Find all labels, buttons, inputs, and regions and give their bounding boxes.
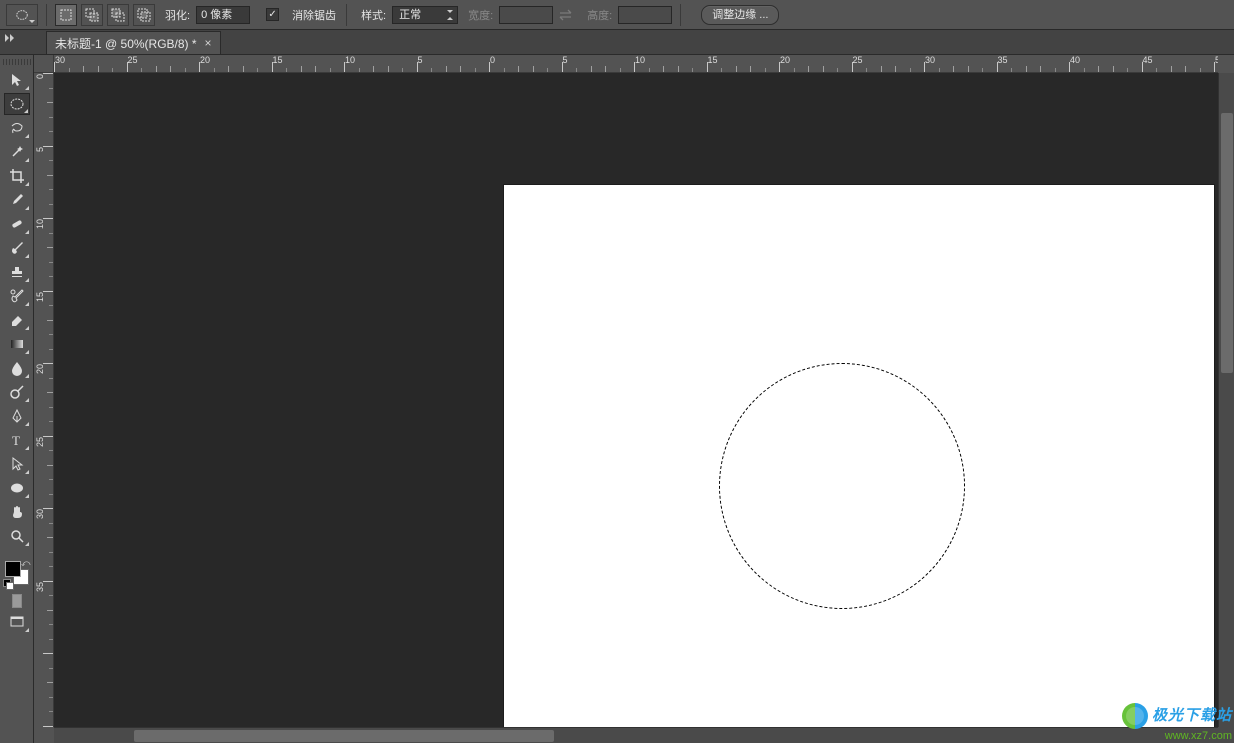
magic-wand-tool[interactable]: [4, 141, 30, 163]
refine-edge-button[interactable]: 调整边缘 ...: [701, 5, 779, 25]
arrow-cursor-icon: [9, 456, 25, 472]
lasso-tool[interactable]: [4, 117, 30, 139]
standard-mode-icon: [12, 594, 22, 608]
foreground-color-swatch[interactable]: [5, 561, 21, 577]
dodge-tool[interactable]: [4, 381, 30, 403]
path-selection-tool[interactable]: [4, 453, 30, 475]
document-tab[interactable]: 未标题-1 @ 50%(RGB/8) * ×: [46, 31, 221, 54]
separator: [46, 4, 47, 26]
close-icon[interactable]: ×: [205, 36, 212, 50]
canvas-viewport[interactable]: [54, 73, 1218, 727]
ellipse-marquee-icon: [15, 8, 29, 22]
separator: [346, 4, 347, 26]
crop-tool[interactable]: [4, 165, 30, 187]
width-input: [499, 6, 553, 24]
shape-tool[interactable]: [4, 477, 30, 499]
document-tab-title: 未标题-1 @ 50%(RGB/8) *: [55, 35, 197, 52]
hand-tool[interactable]: [4, 501, 30, 523]
checkmark-icon: ✓: [268, 10, 276, 20]
vertical-scrollbar[interactable]: [1218, 73, 1234, 727]
style-select[interactable]: 正常: [392, 6, 458, 24]
eraser-tool[interactable]: [4, 309, 30, 331]
type-tool[interactable]: T: [4, 429, 30, 451]
blur-tool[interactable]: [4, 357, 30, 379]
screen-mode-button[interactable]: [4, 611, 30, 633]
document-tab-bar: 未标题-1 @ 50%(RGB/8) * ×: [0, 30, 1234, 55]
ruler-origin[interactable]: [34, 55, 54, 73]
brush-icon: [9, 240, 25, 256]
eyedropper-tool[interactable]: [4, 189, 30, 211]
selection-new-icon: [59, 8, 73, 22]
selection-intersect-button[interactable]: [133, 4, 155, 26]
ellipse-marquee-icon: [9, 96, 25, 112]
brush-tool[interactable]: [4, 237, 30, 259]
antialias-label: 消除锯齿: [292, 7, 336, 23]
type-icon: T: [9, 432, 25, 448]
tool-preset-picker[interactable]: [6, 4, 38, 26]
dodge-icon: [9, 384, 25, 400]
swap-wh-button: [557, 6, 577, 24]
svg-text:T: T: [12, 433, 20, 448]
bandage-icon: [9, 216, 25, 232]
selection-subtract-button[interactable]: [107, 4, 129, 26]
marquee-tool[interactable]: [4, 93, 30, 115]
height-label: 高度:: [587, 7, 612, 23]
gradient-tool[interactable]: [4, 333, 30, 355]
pen-icon: [9, 408, 25, 424]
horizontal-ruler[interactable]: 3025201510505101520253035404550: [54, 55, 1218, 73]
pen-tool[interactable]: [4, 405, 30, 427]
selection-intersect-icon: [137, 8, 151, 22]
history-brush-icon: [9, 288, 25, 304]
stamp-tool[interactable]: [4, 261, 30, 283]
tool-panel: T ⤺: [0, 55, 34, 743]
separator: [680, 4, 681, 26]
hand-icon: [9, 504, 25, 520]
horizontal-scrollbar[interactable]: [54, 727, 1218, 743]
swap-colors-icon[interactable]: ⤺: [21, 559, 31, 569]
height-input: [618, 6, 672, 24]
feather-label: 羽化:: [165, 7, 190, 23]
work-area: 3025201510505101520253035404550 05101520…: [34, 55, 1234, 743]
default-colors-icon[interactable]: [3, 579, 11, 587]
selection-new-button[interactable]: [55, 4, 77, 26]
crop-icon: [9, 168, 25, 184]
zoom-tool[interactable]: [4, 525, 30, 547]
healing-brush-tool[interactable]: [4, 213, 30, 235]
eyedropper-icon: [9, 192, 25, 208]
panel-grip-icon[interactable]: [3, 59, 31, 65]
expand-panels-icon[interactable]: [2, 32, 16, 44]
ellipse-shape-icon: [9, 480, 25, 496]
history-brush-tool[interactable]: [4, 285, 30, 307]
selection-add-icon: [85, 8, 99, 22]
width-label: 宽度:: [468, 7, 493, 23]
swap-icon: [559, 9, 575, 21]
selection-add-button[interactable]: [81, 4, 103, 26]
scrollbar-thumb[interactable]: [1221, 113, 1233, 373]
scrollbar-thumb[interactable]: [134, 730, 554, 742]
options-bar: 羽化: 0 像素 ✓ 消除锯齿 样式: 正常 宽度: 高度: 调整边缘 ...: [0, 0, 1234, 30]
droplet-icon: [9, 360, 25, 376]
vertical-ruler[interactable]: 05101520253035: [34, 73, 54, 727]
gradient-icon: [9, 336, 25, 352]
screen-mode-icon: [9, 614, 25, 630]
magnifier-icon: [9, 528, 25, 544]
color-swatches[interactable]: ⤺: [3, 559, 31, 587]
quick-mask-toggle[interactable]: [4, 591, 30, 611]
lasso-icon: [9, 120, 25, 136]
move-icon: [9, 72, 25, 88]
eraser-icon: [9, 312, 25, 328]
feather-input[interactable]: 0 像素: [196, 6, 250, 24]
wand-icon: [9, 144, 25, 160]
selection-subtract-icon: [111, 8, 125, 22]
stamp-icon: [9, 264, 25, 280]
selection-marquee: [719, 363, 965, 609]
style-label: 样式:: [361, 7, 386, 23]
move-tool[interactable]: [4, 69, 30, 91]
antialias-checkbox[interactable]: ✓: [266, 8, 279, 21]
scroll-corner: [1218, 727, 1234, 743]
